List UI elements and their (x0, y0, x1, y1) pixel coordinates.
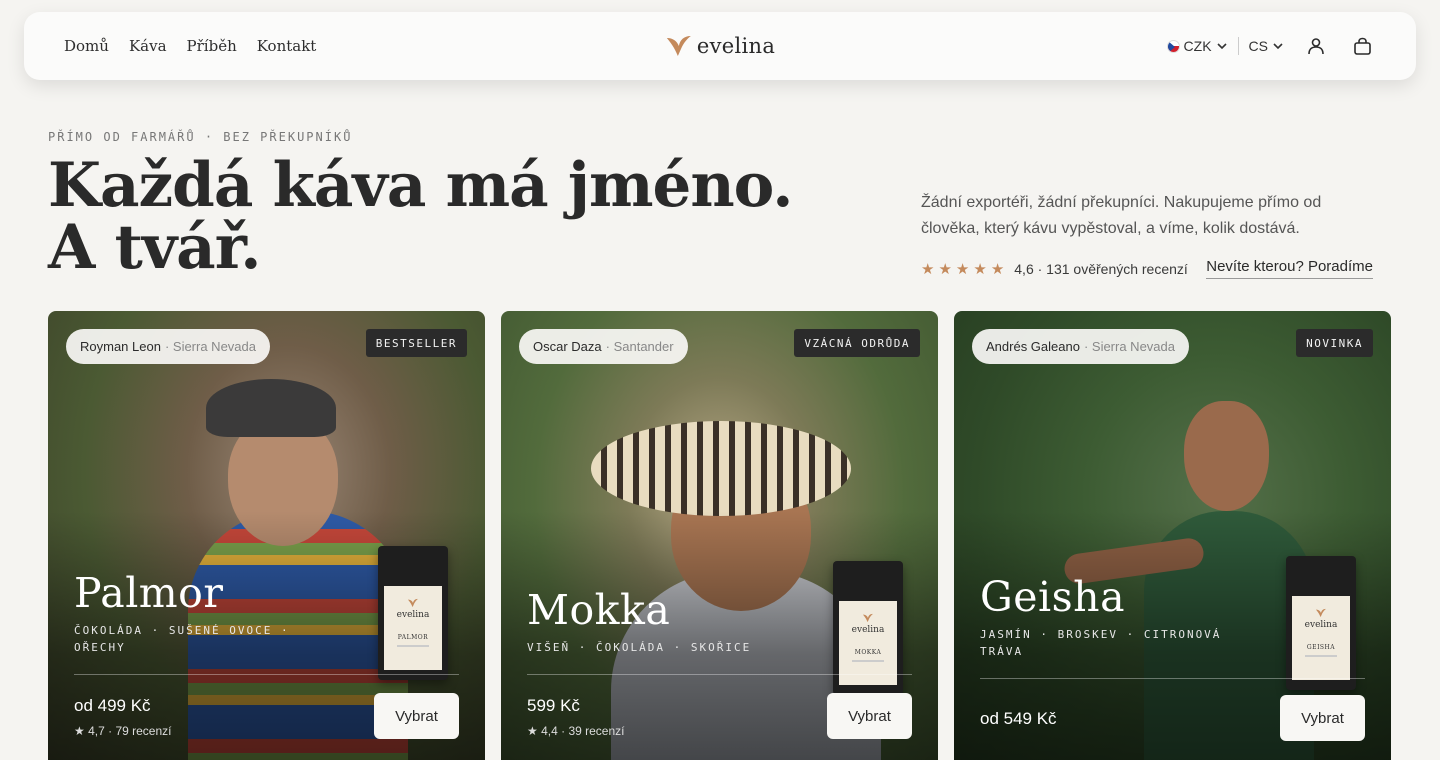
coffee-name: Palmor (74, 569, 224, 617)
review-summary: ★ 4,4 · 39 recenzí (527, 724, 624, 738)
currency-selector[interactable]: CZK (1166, 38, 1228, 54)
star-icon: ★ (938, 260, 952, 278)
rating-summary: ★ ★ ★ ★ ★ 4,6 · 131 ověřených recenzí Nevíte… (921, 258, 1373, 279)
star-icon: ★ (955, 260, 970, 278)
headline-line-2: A tvář. (48, 212, 261, 283)
farmer-region: · Sierra Nevada (1083, 339, 1175, 354)
product-card-mokka[interactable]: Oscar Daza · Santander VZÁCNÁ ODRŮDA eve… (501, 311, 938, 760)
product-card-geisha[interactable]: Andrés Galeano · Sierra Nevada NOVINKA e… (954, 311, 1391, 760)
choose-button[interactable]: Vybrat (1280, 695, 1365, 741)
star-icon: ★ (527, 724, 542, 738)
brand-logo[interactable]: evelina (665, 34, 775, 58)
flavor-notes: VIŠEŇ · ČOKOLÁDA · SKOŘICE (527, 639, 751, 656)
pack-name: PALMOR (397, 634, 429, 641)
price: od 499 Kč (74, 696, 151, 715)
hero-eyebrow: PŘÍMO OD FARMÁŘŮ · BEZ PŘEKUPNÍKŮ (48, 130, 353, 144)
rating-stars: ★ ★ ★ ★ ★ (921, 260, 1004, 278)
flavor-notes: ČOKOLÁDA · SUŠENÉ OVOCE · OŘECHY (74, 622, 290, 656)
top-navbar: Domů Káva Příběh Kontakt evelina CZK CS (24, 12, 1416, 80)
review-text: 4,4 · 39 recenzí (541, 724, 625, 738)
nav-utilities: CZK CS (1166, 32, 1376, 60)
language-selector[interactable]: CS (1249, 38, 1284, 54)
farmer-name: Royman Leon (80, 339, 161, 354)
account-button[interactable] (1302, 32, 1330, 60)
flavor-notes-line-1: JASMÍN · BROSKEV · CITRONOVÁ (980, 628, 1222, 641)
star-icon: ★ (921, 260, 935, 278)
farmer-pill: Royman Leon · Sierra Nevada (66, 329, 270, 364)
flavor-notes-line-1: VIŠEŇ · ČOKOLÁDA · SKOŘICE (527, 641, 752, 654)
pack-brand: evelina (396, 610, 430, 620)
price: 599 Kč (527, 696, 580, 715)
card-divider (74, 674, 459, 675)
main-menu: Domů Káva Příběh Kontakt (64, 37, 316, 55)
brand-name: evelina (696, 34, 776, 58)
cart-button[interactable] (1348, 32, 1376, 60)
bird-logo-icon (863, 613, 873, 623)
flavor-notes: JASMÍN · BROSKEV · CITRONOVÁ TRÁVA (980, 626, 1221, 660)
flavor-notes-line-2: TRÁVA (980, 645, 1024, 658)
card-divider (980, 678, 1365, 679)
czech-flag-icon (1166, 39, 1180, 53)
rating-text: 4,6 · 131 ověřených recenzí (1014, 260, 1188, 277)
star-icon: ★ (74, 724, 89, 738)
nav-link-story[interactable]: Příběh (187, 37, 237, 55)
pack-name: MOKKA (854, 649, 882, 656)
selector-divider (1237, 37, 1239, 55)
choose-button[interactable]: Vybrat (827, 693, 912, 739)
choose-button[interactable]: Vybrat (374, 693, 459, 739)
flavor-notes-line-1: ČOKOLÁDA · SUŠENÉ OVOCE · (74, 624, 290, 637)
hero-headline: Každá káva má jméno. A tvář. (48, 150, 794, 283)
chevron-down-icon (1273, 43, 1283, 50)
star-icon: ★ (973, 260, 987, 278)
product-badge: VZÁCNÁ ODRŮDA (794, 329, 920, 357)
farmer-region: · Sierra Nevada (164, 339, 256, 354)
pack-brand: evelina (1304, 620, 1338, 630)
bird-logo-icon (666, 36, 691, 56)
card-divider (527, 674, 912, 675)
advice-link[interactable]: Nevíte kterou? Poradíme (1206, 258, 1373, 279)
coffee-pack-image: evelina GEISHA (1286, 556, 1356, 690)
pack-name: GEISHA (1306, 644, 1336, 651)
bird-logo-icon (408, 598, 418, 608)
farmer-name: Oscar Daza (533, 339, 602, 354)
chevron-down-icon (1216, 43, 1227, 50)
headline-line-1: Každá káva má jméno. (48, 150, 794, 221)
farmer-name: Andrés Galeano (986, 339, 1080, 354)
product-card-palmor[interactable]: Royman Leon · Sierra Nevada BESTSELLER e… (48, 311, 485, 760)
bird-logo-icon (1316, 608, 1326, 618)
nav-link-coffee[interactable]: Káva (129, 37, 167, 55)
price: od 549 Kč (980, 709, 1057, 728)
hero-intro: Žádní exportéři, žádní překupníci. Nakup… (921, 194, 1322, 237)
coffee-name: Geisha (980, 573, 1126, 621)
pack-brand: evelina (851, 625, 885, 635)
nav-link-contact[interactable]: Kontakt (257, 37, 317, 55)
bag-icon (1353, 37, 1371, 55)
farmer-pill: Oscar Daza · Santander (519, 329, 688, 364)
coffee-pack-image: evelina PALMOR (378, 546, 448, 680)
language-value: CS (1248, 38, 1268, 54)
review-text: 4,7 · 79 recenzí (88, 724, 172, 738)
flavor-notes-line-2: OŘECHY (74, 641, 126, 654)
product-badge: NOVINKA (1296, 329, 1373, 357)
product-badge: BESTSELLER (365, 329, 467, 357)
review-summary: ★ 4,7 · 79 recenzí (74, 724, 171, 738)
star-icon: ★ (990, 260, 1005, 278)
farmer-pill: Andrés Galeano · Sierra Nevada (972, 329, 1189, 364)
coffee-name: Mokka (527, 586, 671, 634)
currency-value: CZK (1183, 38, 1212, 54)
farmer-region: · Santander (605, 339, 674, 354)
nav-link-home[interactable]: Domů (64, 37, 109, 55)
user-icon (1308, 38, 1324, 55)
